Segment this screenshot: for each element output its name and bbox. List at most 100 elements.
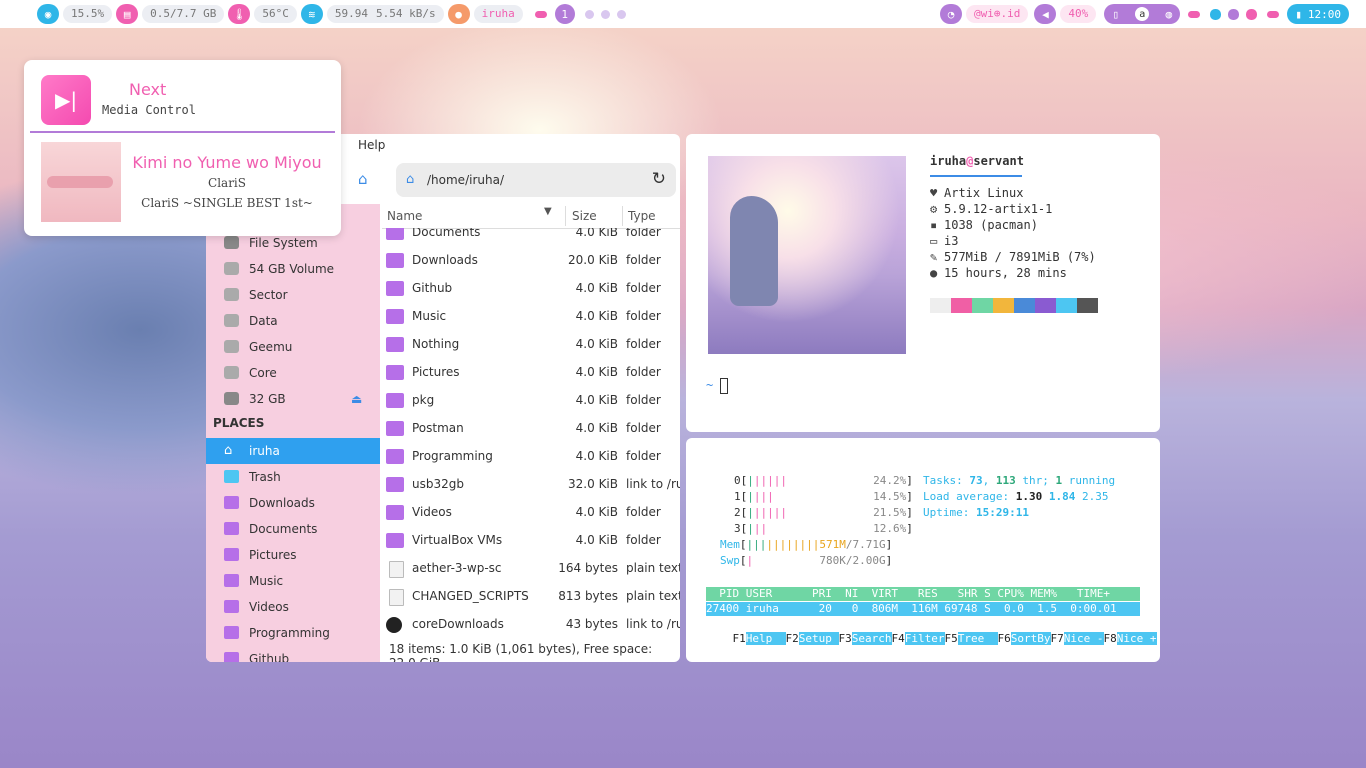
home-icon: ⌂ (406, 172, 415, 187)
info-packages: ▪ 1038 (pacman) (930, 218, 1038, 232)
sidebar-item-label: Core (249, 366, 277, 380)
sidebar-item-github[interactable]: Github (206, 646, 380, 662)
workspace-dot[interactable] (616, 9, 626, 19)
fkey[interactable]: F6SortBy (998, 632, 1051, 645)
uptime-line: Uptime: 15:29:11 (923, 506, 1029, 519)
menu-item-help[interactable]: Help (358, 138, 385, 152)
sidebar-item-music[interactable]: Music (206, 568, 380, 594)
tray-app-icon[interactable]: ◍ (1166, 8, 1173, 21)
sidebar-device[interactable]: Sector (206, 282, 380, 308)
fkey[interactable]: F5Tree (945, 632, 998, 645)
sort-down-icon[interactable]: ▼ (544, 206, 552, 217)
folder-icon (224, 548, 239, 561)
sidebar-item-label: Sector (249, 288, 288, 302)
sidebar-item-pictures[interactable]: Pictures (206, 542, 380, 568)
sidebar-device[interactable]: 54 GB Volume (206, 256, 380, 282)
sidebar-item-videos[interactable]: Videos (206, 594, 380, 620)
sidebar-item-downloads[interactable]: Downloads (206, 490, 380, 516)
user-icon[interactable]: ● (447, 4, 470, 24)
file-row[interactable]: CHANGED_SCRIPTS813 bytesplain text d (382, 582, 680, 610)
volume-icon[interactable]: ◀ (1034, 4, 1057, 24)
memory-icon: ✎ (930, 250, 938, 264)
song-title: Kimi no Yume wo Miyou (132, 153, 322, 172)
terminal-htop[interactable]: 0[|||||| 24.2%] 1[|||| 14.5%] 2[|||||| 2… (686, 438, 1160, 662)
reload-icon[interactable]: ↻ (652, 169, 666, 189)
clock[interactable]: ▮ 12:00 (1287, 4, 1349, 24)
folder-icon (386, 337, 404, 352)
workspace-1[interactable]: 1 (554, 4, 575, 24)
process-header[interactable]: PID USER PRI NI VIRT RES SHR S CPU% MEM%… (706, 587, 1140, 601)
sidebar-device[interactable]: Geemu (206, 334, 380, 360)
fkey[interactable]: F3Search (839, 632, 892, 645)
drive-icon (224, 366, 239, 379)
tray-indicator (1188, 10, 1201, 18)
file-row[interactable]: Music 4.0 KiB folder (382, 302, 680, 330)
function-keys: F1Help F2Setup F3SearchF4FilterF5Tree F6… (706, 618, 1157, 645)
skip-next-icon: ▶| (41, 75, 91, 125)
file-row[interactable]: Downloads 20.0 KiB folder (382, 246, 680, 274)
column-type[interactable]: Type (628, 209, 656, 223)
drive-icon (224, 340, 239, 353)
sidebar-item-programming[interactable]: Programming (206, 620, 380, 646)
sidebar-item-label: Programming (249, 626, 330, 640)
fkey[interactable]: F4Filter (892, 632, 945, 645)
sidebar-item-label: Geemu (249, 340, 293, 354)
divider (30, 131, 335, 133)
color-palette (930, 298, 1098, 313)
memory-usage: 0.5/7.7 GB (142, 5, 225, 23)
info-wm: ▭ i3 (930, 234, 959, 248)
color-swatch (1014, 298, 1035, 313)
wifi-icon[interactable]: ◔ (940, 4, 963, 24)
workspace-dot[interactable] (584, 9, 594, 19)
folder-icon (224, 574, 239, 587)
file-row[interactable]: Videos 4.0 KiB folder (382, 498, 680, 526)
clock-icon: ● (930, 266, 938, 280)
tray-app-icon[interactable]: ▯ (1112, 8, 1119, 21)
sidebar-device[interactable]: Data (206, 308, 380, 334)
home-button[interactable]: ⌂ (358, 170, 368, 188)
location-bar[interactable]: ⌂ /home/iruha/ ↻ (396, 163, 676, 197)
file-row[interactable]: Pictures 4.0 KiB folder (382, 358, 680, 386)
file-row[interactable]: usb32gb32.0 KiBlink to /run (382, 470, 680, 498)
terminal-neofetch[interactable]: iruha@servant ♥ Artix Linux ⚙ 5.9.12-artix… (686, 134, 1160, 432)
broken-link-icon (386, 617, 402, 633)
folder-icon (224, 626, 239, 639)
file-row[interactable]: coreDownloads43 byteslink to /run (382, 610, 680, 634)
color-swatch (1056, 298, 1077, 313)
file-row[interactable]: aether-3-wp-sc164 bytesplain text d (382, 554, 680, 582)
sidebar-device[interactable]: Core (206, 360, 380, 386)
eject-icon[interactable]: ⏏ (351, 386, 362, 412)
file-row[interactable]: Github 4.0 KiB folder (382, 274, 680, 302)
column-size[interactable]: Size (572, 209, 597, 223)
sidebar-item-iruha[interactable]: ⌂ iruha (206, 438, 380, 464)
process-row[interactable]: 27400 iruha 20 0 806M 116M 69748 S 0.0 1… (706, 602, 1140, 616)
color-dot (1210, 8, 1222, 20)
neofetch-host: servant (973, 154, 1024, 168)
sidebar-item-trash[interactable]: Trash (206, 464, 380, 490)
fkey[interactable]: F1Help (733, 632, 786, 645)
file-row[interactable]: pkg 4.0 KiB folder (382, 386, 680, 414)
trash-icon (224, 470, 239, 483)
tray-app-icon[interactable]: a (1135, 7, 1150, 21)
fkey[interactable]: F8Nice + (1104, 632, 1157, 645)
file-row[interactable]: Nothing 4.0 KiB folder (382, 330, 680, 358)
tasks-line: Tasks: 73, 113 thr; 1 running (923, 474, 1116, 487)
media-notification[interactable]: ▶| Next Media Control Kimi no Yume wo Mi… (24, 60, 341, 236)
cpu-meter-2: 2[|||||| 21.5%] (734, 506, 913, 519)
column-name[interactable]: Name (387, 209, 422, 223)
cpu-icon: ◉ (37, 4, 59, 24)
package-icon: ▪ (930, 218, 938, 232)
file-row[interactable]: Postman 4.0 KiB folder (382, 414, 680, 442)
sidebar-device[interactable]: 32 GB ⏏ (206, 386, 380, 412)
file-row[interactable]: VirtualBox VMs 4.0 KiB folder (382, 526, 680, 554)
bookmark-icon: ▮ (1295, 7, 1302, 21)
file-row[interactable]: Documents 4.0 KiB folder (382, 228, 680, 246)
fkey[interactable]: F2Setup (786, 632, 839, 645)
location-path[interactable]: /home/iruha/ (427, 173, 504, 187)
file-row[interactable]: Programming 4.0 KiB folder (382, 442, 680, 470)
workspace-dot[interactable] (600, 9, 610, 19)
info-kernel: ⚙ 5.9.12-artix1-1 (930, 202, 1053, 216)
text-file-icon (389, 561, 404, 578)
fkey[interactable]: F7Nice - (1051, 632, 1104, 645)
sidebar-item-documents[interactable]: Documents (206, 516, 380, 542)
